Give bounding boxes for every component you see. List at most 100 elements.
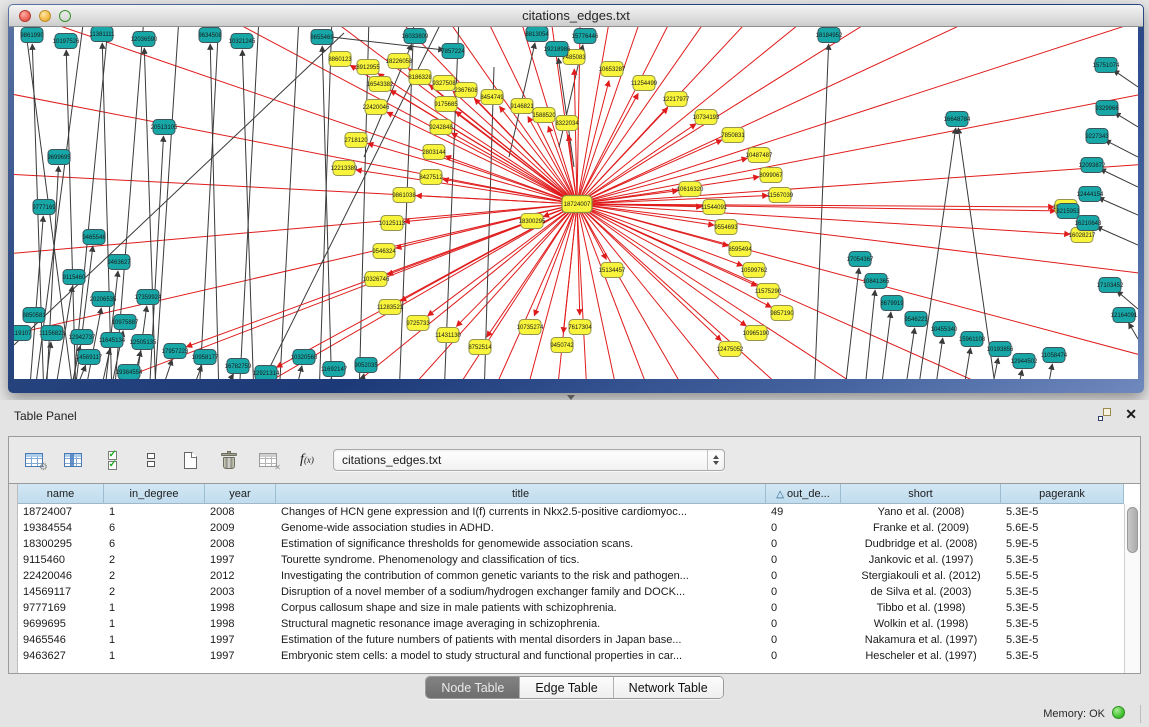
table-row[interactable]: 1872400712008Changes of HCN gene express… xyxy=(18,504,1124,520)
graph-node[interactable]: 20513105 xyxy=(151,120,178,135)
table-row[interactable]: 969969511998Structural magnetic resonanc… xyxy=(18,616,1124,632)
graph-node[interactable]: 17957223 xyxy=(162,344,189,359)
graph-node[interactable]: 11156823 xyxy=(39,326,65,341)
graph-node[interactable]: 9327508 xyxy=(432,76,456,91)
graph-node[interactable]: 16033809 xyxy=(402,29,429,44)
graph-node[interactable]: 17054367 xyxy=(847,252,874,267)
graph-node[interactable]: 9699695 xyxy=(47,150,71,165)
graph-node[interactable]: 8912955 xyxy=(356,60,380,75)
graph-node[interactable]: 10320568 xyxy=(291,350,318,365)
vertical-scrollbar[interactable] xyxy=(1124,504,1140,673)
graph-node[interactable]: 8679919 xyxy=(880,296,904,311)
graph-node[interactable]: 7857224 xyxy=(441,44,465,59)
table-row[interactable]: 977716911998Corpus callosum shape and si… xyxy=(18,600,1124,616)
split-pane-divider[interactable] xyxy=(0,393,1149,400)
column-header-name[interactable]: name xyxy=(18,484,104,504)
graph-node[interactable]: 12444154 xyxy=(1077,187,1104,202)
graph-node[interactable]: 18226058 xyxy=(386,54,413,69)
tab-edge-table[interactable]: Edge Table xyxy=(520,677,613,698)
graph-node[interactable]: 8454749 xyxy=(480,90,504,105)
graph-node[interactable]: 20206535 xyxy=(90,292,117,307)
graph-node[interactable]: 12093872 xyxy=(1079,158,1106,173)
graph-node[interactable]: 10125113 xyxy=(379,216,406,231)
float-panel-icon[interactable] xyxy=(1098,408,1111,421)
graph-node[interactable]: 12944502 xyxy=(1011,354,1038,369)
graph-node[interactable]: 22420046 xyxy=(363,100,390,115)
table-row[interactable]: 911546021997Tourette syndrome. Phenomeno… xyxy=(18,552,1124,568)
graph-node[interactable]: 8813054 xyxy=(525,27,549,42)
graph-node[interactable]: 15751074 xyxy=(1093,58,1120,73)
table-settings-icon[interactable]: ⚙ xyxy=(21,446,47,474)
graph-node[interactable]: 10455340 xyxy=(931,322,958,337)
graph-node[interactable]: 11381111 xyxy=(90,27,116,42)
close-panel-icon[interactable]: ✕ xyxy=(1125,408,1137,421)
graph-node[interactable]: 2718120 xyxy=(344,133,368,148)
tab-network-table[interactable]: Network Table xyxy=(614,677,723,698)
graph-node[interactable]: 8099067 xyxy=(759,168,783,183)
panel-rows-icon[interactable] xyxy=(138,446,164,474)
network-canvas[interactable]: 1872400788601238912955182260581654338281… xyxy=(14,27,1138,379)
graph-node[interactable]: 8427512 xyxy=(419,170,443,185)
table-row[interactable]: 2242004622012Investigating the contribut… xyxy=(18,568,1124,584)
graph-node[interactable]: 9634508 xyxy=(198,28,222,43)
table-row[interactable]: 1456911722003Disruption of a novel membe… xyxy=(18,584,1124,600)
delete-trash-icon[interactable] xyxy=(216,446,242,474)
new-document-icon[interactable] xyxy=(177,446,203,474)
graph-node[interactable]: 9546223 xyxy=(904,312,928,327)
graph-node[interactable]: 9465546 xyxy=(82,230,106,245)
graph-node[interactable]: 11567039 xyxy=(767,188,794,203)
graph-node[interactable]: 12505135 xyxy=(130,335,157,350)
zoom-window-button[interactable] xyxy=(59,10,71,22)
graph-node[interactable]: 2803144 xyxy=(422,145,446,160)
column-header-out_degree[interactable]: △out_de... xyxy=(766,484,841,504)
graph-node[interactable]: 9329966 xyxy=(1095,101,1119,116)
graph-node[interactable]: 11283521 xyxy=(377,300,404,315)
column-visibility-icon[interactable] xyxy=(60,446,86,474)
graph-node[interactable]: 10326746 xyxy=(363,272,390,287)
graph-node[interactable]: 9861038 xyxy=(392,188,416,203)
graph-node[interactable]: 14569117 xyxy=(76,350,103,365)
graph-node[interactable]: 15134457 xyxy=(599,263,626,278)
graph-node[interactable]: 9546324 xyxy=(372,244,396,259)
graph-node[interactable]: 10975887 xyxy=(112,315,139,330)
graph-node[interactable]: 9857190 xyxy=(770,306,794,321)
graph-node[interactable]: 16210643 xyxy=(1075,216,1102,231)
table-select-dropdown[interactable]: citations_edges.txt xyxy=(333,449,725,471)
table-row[interactable]: 946554611997Estimation of the future num… xyxy=(18,632,1124,648)
graph-node[interactable]: 16543382 xyxy=(367,77,394,92)
row-selection-icon[interactable] xyxy=(99,446,125,474)
graph-node[interactable]: 9242848 xyxy=(429,120,453,135)
graph-node[interactable]: 9450742 xyxy=(550,338,574,353)
graph-node[interactable]: 8322034 xyxy=(555,116,579,131)
graph-node[interactable]: 16782759 xyxy=(225,359,252,374)
graph-node[interactable]: 9463627 xyxy=(107,255,131,270)
graph-node[interactable]: 8655469 xyxy=(310,30,334,45)
graph-node[interactable]: 18300295 xyxy=(519,214,546,229)
graph-node[interactable]: 9146821 xyxy=(510,99,534,114)
graph-node[interactable]: 8595494 xyxy=(728,242,752,257)
graph-node[interactable]: 12217977 xyxy=(663,92,690,107)
graph-node[interactable]: 12942737 xyxy=(69,330,96,345)
graph-node[interactable]: 11058474 xyxy=(1041,348,1068,363)
column-header-pagerank[interactable]: pagerank xyxy=(1001,484,1124,504)
graph-node[interactable]: 19384554 xyxy=(116,365,143,380)
graph-node[interactable]: 11544091 xyxy=(701,200,728,215)
column-header-year[interactable]: year xyxy=(205,484,276,504)
graph-node[interactable]: 12475052 xyxy=(717,342,744,357)
graph-node[interactable]: 9554693 xyxy=(714,220,738,235)
graph-node[interactable]: 10616320 xyxy=(677,182,704,197)
graph-node[interactable]: 10841365 xyxy=(863,274,890,289)
network-window-titlebar[interactable]: citations_edges.txt xyxy=(9,5,1143,27)
function-builder-icon[interactable]: f(x) xyxy=(294,446,320,474)
graph-node[interactable]: 8850581 xyxy=(22,308,46,323)
graph-node[interactable]: 8215953 xyxy=(1056,204,1080,219)
graph-node[interactable]: 10487487 xyxy=(746,148,773,163)
graph-node[interactable]: 12213389 xyxy=(331,161,358,176)
graph-node[interactable]: 9227343 xyxy=(1085,129,1109,144)
graph-node[interactable]: 11692147 xyxy=(321,362,348,377)
graph-node[interactable]: 7850831 xyxy=(721,128,745,143)
graph-node[interactable]: 18724007 xyxy=(562,196,592,213)
graph-node[interactable]: 8186328 xyxy=(408,70,432,85)
close-window-button[interactable] xyxy=(19,10,31,22)
graph-node[interactable]: 18184952 xyxy=(816,28,843,43)
